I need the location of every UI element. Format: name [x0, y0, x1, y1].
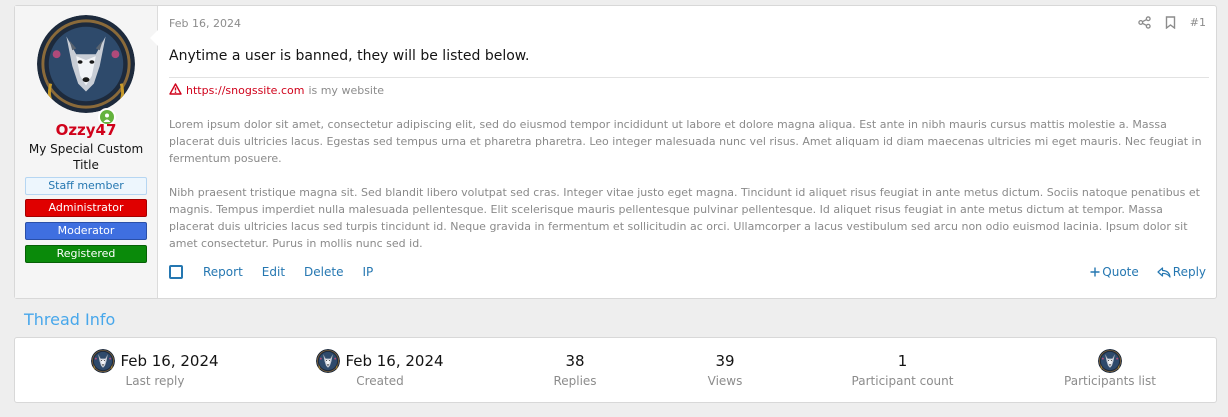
reply-label: Reply [1172, 265, 1206, 279]
post: Ozzy47 My Special Custom Title Staff mem… [14, 5, 1217, 299]
creator-avatar[interactable] [316, 349, 340, 373]
select-checkbox[interactable] [169, 265, 183, 279]
views-label: Views [707, 374, 743, 388]
post-tools: #1 [1138, 16, 1206, 29]
banner-registered: Registered [25, 245, 147, 263]
avatar-container[interactable] [37, 15, 135, 126]
last-reply-cell: Feb 16, 2024 Last reply [50, 338, 260, 402]
post-message: Anytime a user is banned, they will be l… [169, 48, 530, 64]
body-paragraph: Nibh praesent tristique magna sit. Sed b… [169, 186, 1200, 250]
participant-count-label: Participant count [851, 374, 954, 388]
body-paragraph: Lorem ipsum dolor sit amet, consectetur … [169, 118, 1202, 165]
participant-avatar[interactable] [1098, 349, 1122, 373]
participants-list-cell: Participants list [1020, 338, 1200, 402]
last-reply-date[interactable]: Feb 16, 2024 [120, 352, 218, 370]
post-actions: Report Edit Delete IP [169, 265, 392, 279]
signature-divider [169, 77, 1209, 78]
replies-label: Replies [553, 374, 597, 388]
replies-cell: 38 Replies [495, 338, 655, 402]
thread-info-title: Thread Info [24, 310, 116, 329]
views-cell: 39 Views [645, 338, 805, 402]
banner-administrator: Administrator [25, 199, 147, 217]
report-link[interactable]: Report [203, 265, 243, 279]
last-reply-avatar[interactable] [91, 349, 115, 373]
quote-button[interactable]: Quote [1090, 265, 1139, 279]
warning-icon [169, 83, 182, 98]
replies-count: 38 [565, 352, 585, 370]
reply-button[interactable]: Reply [1157, 265, 1206, 279]
reply-icon [1157, 266, 1171, 278]
quote-label: Quote [1102, 265, 1139, 279]
banner-moderator: Moderator [25, 222, 147, 240]
created-label: Created [356, 374, 404, 388]
banner-staff: Staff member [25, 177, 147, 195]
created-date: Feb 16, 2024 [345, 352, 444, 370]
participants-list-label: Participants list [1064, 374, 1156, 388]
user-title: My Special Custom Title [28, 142, 144, 172]
views-count: 39 [715, 352, 735, 370]
last-reply-label: Last reply [125, 374, 185, 388]
signature-link[interactable]: https://snogssite.com [186, 84, 304, 97]
delete-link[interactable]: Delete [304, 265, 343, 279]
post-number[interactable]: #1 [1190, 16, 1206, 29]
user-pane: Ozzy47 My Special Custom Title Staff mem… [15, 6, 158, 298]
signature: https://snogssite.com is my website [169, 83, 384, 98]
message-arrow [150, 30, 158, 46]
plus-icon [1090, 267, 1100, 277]
share-icon[interactable] [1138, 16, 1151, 29]
edit-link[interactable]: Edit [262, 265, 285, 279]
thread-info-block: Feb 16, 2024 Last reply Feb 16, 2024 Cre… [14, 337, 1217, 403]
created-cell: Feb 16, 2024 Created [275, 338, 485, 402]
participant-count-cell: 1 Participant count [815, 338, 990, 402]
post-date[interactable]: Feb 16, 2024 [169, 17, 241, 30]
bookmark-icon[interactable] [1165, 16, 1176, 29]
participant-count: 1 [897, 352, 908, 370]
signature-text: is my website [308, 84, 385, 97]
username[interactable]: Ozzy47 [15, 121, 157, 139]
avatar[interactable] [37, 15, 135, 113]
post-reply-actions: Quote Reply [1090, 265, 1206, 279]
ip-link[interactable]: IP [362, 265, 373, 279]
